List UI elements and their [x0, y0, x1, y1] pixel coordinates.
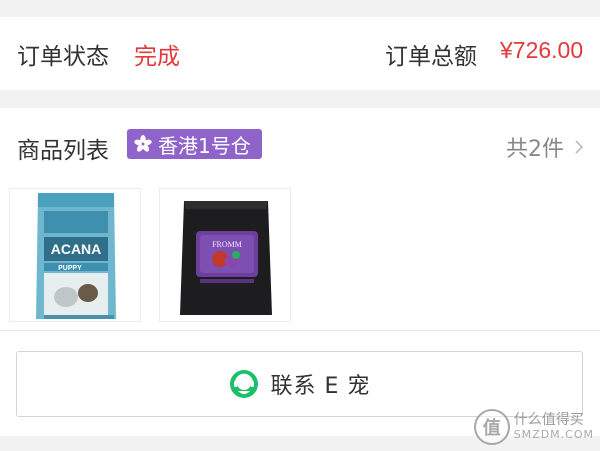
product-list-card: 商品列表 香港1号仓 共2件 ACANA PUPPY FROMM 联系 E 宠	[0, 108, 600, 436]
customer-service-icon	[229, 370, 258, 398]
watermark-en: SMZDM.COM	[513, 427, 594, 441]
contact-button-label: 联系 E 宠	[270, 374, 371, 399]
order-status-label: 订单状态	[17, 44, 109, 70]
warehouse-badge-label: 香港1号仓	[158, 133, 251, 158]
product-2-brand: FROMM	[212, 240, 242, 249]
smzdm-logo-icon: 值	[473, 409, 510, 445]
product-image-acana: ACANA PUPPY	[36, 193, 116, 319]
order-total-value: ¥726.00	[500, 37, 584, 63]
contact-button[interactable]: 联系 E 宠	[16, 351, 583, 417]
chevron-right-icon	[575, 140, 584, 154]
order-status-card: 订单状态 完成 订单总额 ¥726.00	[0, 17, 600, 90]
bauhinia-icon	[134, 135, 152, 152]
order-total-label: 订单总额	[385, 44, 477, 70]
product-1-sub: PUPPY	[58, 265, 82, 272]
order-status-value: 完成	[134, 44, 180, 70]
product-count: 共2件	[506, 137, 564, 162]
warehouse-badge: 香港1号仓	[127, 129, 262, 159]
product-thumbnail-2[interactable]: FROMM	[159, 188, 291, 322]
watermark-cn: 什么值得买	[513, 412, 584, 429]
watermark: 值 什么值得买 SMZDM.COM	[473, 409, 594, 445]
divider	[0, 330, 600, 331]
product-1-brand: ACANA	[51, 241, 102, 257]
product-list-title: 商品列表	[17, 138, 109, 164]
product-count-link[interactable]: 共2件	[506, 131, 584, 163]
product-image-fromm: FROMM	[180, 201, 272, 315]
product-thumbnail-1[interactable]: ACANA PUPPY	[9, 188, 141, 322]
